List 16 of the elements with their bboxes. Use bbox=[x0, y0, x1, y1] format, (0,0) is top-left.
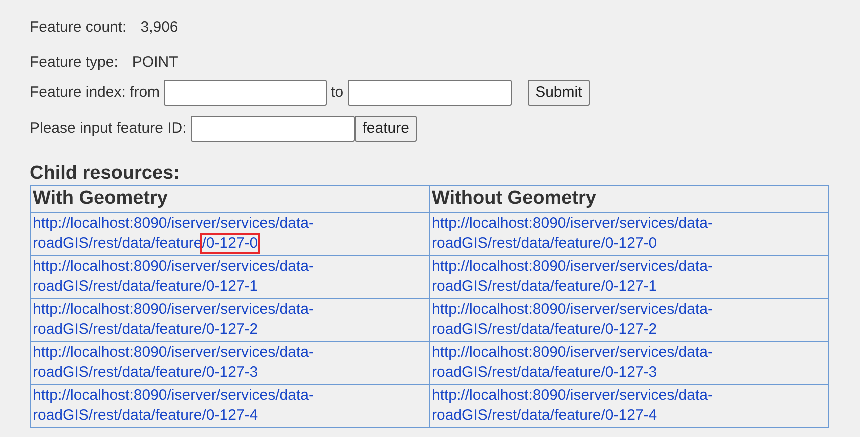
field-label: Please input feature ID: bbox=[30, 118, 187, 139]
column-header: With Geometry bbox=[30, 186, 430, 212]
highlight-box: /0-127-0 bbox=[202, 235, 258, 252]
field-value: POINT bbox=[132, 53, 178, 73]
field-label: Feature type: bbox=[30, 53, 118, 73]
input-field[interactable] bbox=[348, 80, 512, 106]
field-label: Feature count: bbox=[30, 18, 127, 38]
feature-button[interactable]: feature bbox=[354, 116, 418, 142]
field-label: Feature index: from bbox=[30, 82, 160, 103]
field-value: 3,906 bbox=[140, 18, 178, 38]
field-label: to bbox=[331, 82, 344, 103]
section-heading: Child resources: bbox=[30, 163, 181, 185]
input-field[interactable] bbox=[164, 80, 328, 106]
column-header: Without Geometry bbox=[430, 186, 828, 212]
submit-button[interactable]: Submit bbox=[528, 80, 590, 106]
input-field[interactable] bbox=[190, 116, 355, 142]
